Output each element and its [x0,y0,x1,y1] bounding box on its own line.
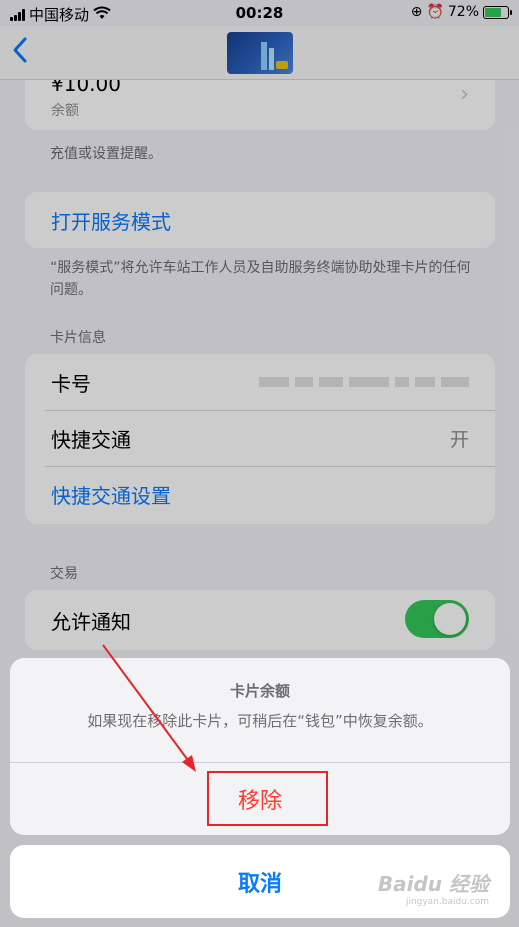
watermark-logo: Baidu 经验 jingyan.baidu.com [378,868,489,907]
watermark-brand: Baidu 经验 [377,872,489,896]
watermark-url: jingyan.baidu.com [405,897,489,907]
wallet-card-details-screen: 中国移动 00:28 ⊕ ⏰ 72% ¥10.00 余额 › 充值或设置提醒。 [0,0,519,927]
annotation-arrow [102,644,196,772]
